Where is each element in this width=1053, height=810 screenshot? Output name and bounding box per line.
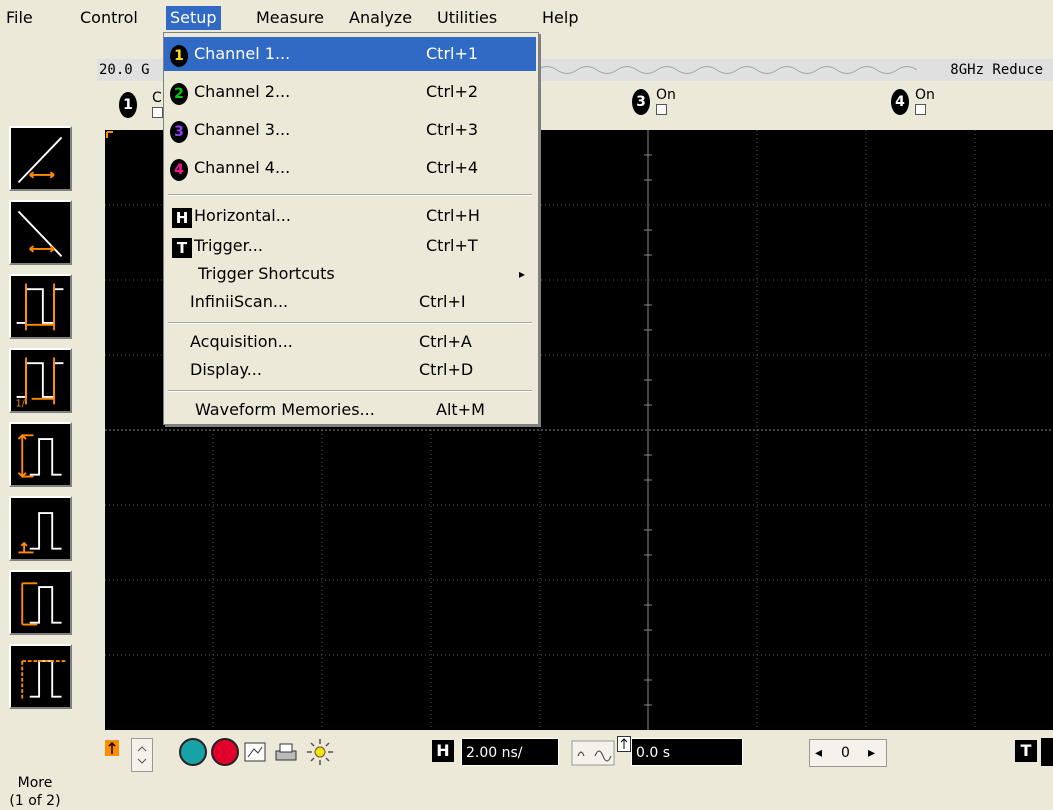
more-button[interactable]: More (1 of 2) (0, 774, 70, 810)
menu-item-channel-3[interactable]: 3 Channel 3... Ctrl+3 (164, 113, 536, 147)
trigger-level-marker (106, 131, 113, 138)
menu-measure[interactable]: Measure (252, 5, 328, 31)
channel-3-icon: 3 (170, 121, 188, 143)
channel-4-toggle[interactable]: On (915, 88, 935, 115)
fall-time-icon (17, 210, 63, 258)
channel-1-icon[interactable]: 1 (119, 92, 137, 118)
menu-item-label: Horizontal... (194, 206, 291, 225)
menu-bar: File Control Setup Measure Analyze Utili… (0, 0, 1053, 34)
position-right-arrow-icon[interactable]: ▸ (868, 740, 875, 766)
more-page-label: (1 of 2) (9, 793, 61, 809)
vpp-icon (17, 433, 62, 478)
position-stepper[interactable]: ◂ 0 ▸ (809, 739, 887, 767)
channel-4-icon: 4 (170, 159, 188, 181)
horizontal-icon[interactable]: H (432, 740, 454, 762)
single-acquisition-icon[interactable] (243, 739, 269, 765)
horizontal-icon: H (172, 208, 192, 228)
menu-utilities[interactable]: Utilities (433, 5, 501, 31)
trigger-arrow-icon (617, 736, 631, 752)
menu-item-shortcut: Alt+M (436, 400, 485, 419)
menu-control[interactable]: Control (76, 5, 142, 31)
menu-item-shortcut: Ctrl+1 (426, 44, 479, 63)
menu-item-infiniiscan[interactable]: InfiniiScan... Ctrl+I (164, 285, 536, 319)
coupling-toggle-icon[interactable] (571, 740, 615, 766)
trigger-icon[interactable]: T (1015, 740, 1037, 762)
print-icon[interactable] (273, 739, 299, 765)
menu-separator (168, 322, 532, 324)
timebase-field[interactable]: 2.00 ns/ (461, 738, 559, 766)
pulse-width-button[interactable] (9, 422, 72, 487)
position-left-arrow-icon[interactable]: ◂ (815, 740, 822, 766)
trigger-readout-clip (1041, 738, 1053, 766)
menu-item-shortcut: Ctrl+D (419, 360, 474, 379)
fall-time-button[interactable] (9, 200, 72, 265)
channel-2-icon: 2 (170, 83, 188, 105)
frequency-button[interactable]: 1/ (9, 348, 72, 413)
bandwidth-readout: 8GHz Reduce (950, 62, 1043, 78)
setup-menu: 1 Channel 1... Ctrl+1 2 Channel 2... Ctr… (163, 32, 539, 425)
menu-item-label: Channel 4... (194, 158, 291, 177)
menu-item-label: Channel 2... (194, 82, 291, 101)
vtop-icon (21, 660, 66, 699)
menu-item-shortcut: Ctrl+4 (426, 158, 479, 177)
channel-1-icon: 1 (170, 45, 188, 67)
menu-item-shortcut: Ctrl+3 (426, 120, 479, 139)
menu-item-label: Channel 1... (194, 44, 291, 63)
menu-file[interactable]: File (2, 5, 37, 31)
channel-3-toggle[interactable]: On (656, 88, 676, 115)
bottom-control-bar: H 2.00 ns/ 0.0 s ◂ 0 ▸ T (97, 730, 1053, 784)
menu-item-channel-2[interactable]: 2 Channel 2... Ctrl+2 (164, 75, 536, 109)
svg-text:1/: 1/ (16, 398, 26, 409)
channel-3-icon[interactable]: 3 (632, 89, 650, 115)
scroll-stepper[interactable] (131, 738, 153, 772)
menu-item-shortcut: Ctrl+I (419, 292, 466, 311)
vmin-icon (18, 512, 62, 554)
menu-setup[interactable]: Setup (166, 6, 221, 30)
menu-item-channel-4[interactable]: 4 Channel 4... Ctrl+4 (164, 151, 536, 185)
position-value: 0 (841, 745, 850, 761)
stop-button[interactable] (211, 738, 239, 766)
trigger-icon: T (172, 238, 192, 258)
menu-item-label: InfiniiScan... (190, 292, 289, 311)
period-button[interactable] (9, 274, 72, 339)
vmin-button[interactable] (9, 496, 72, 561)
delay-field[interactable]: 0.0 s (631, 738, 743, 766)
channel-1-toggle[interactable]: C (152, 91, 163, 118)
more-label: More (17, 775, 53, 791)
menu-item-label: Display... (190, 360, 262, 379)
menu-analyze[interactable]: Analyze (345, 5, 416, 31)
menu-item-shortcut: Ctrl+2 (426, 82, 479, 101)
menu-item-channel-1[interactable]: 1 Channel 1... Ctrl+1 (164, 37, 536, 71)
menu-item-label: Waveform Memories... (195, 400, 375, 419)
menu-separator (168, 390, 532, 392)
frequency-icon: 1/ (16, 357, 64, 409)
trigger-marker-icon (105, 740, 119, 756)
menu-item-horizontal[interactable]: H Horizontal... Ctrl+H (164, 199, 536, 233)
rise-time-button[interactable] (9, 126, 72, 191)
vtop-button[interactable] (9, 644, 72, 709)
menu-help[interactable]: Help (538, 5, 582, 31)
vamplitude-icon (21, 582, 62, 626)
menu-item-label: Channel 3... (194, 120, 291, 139)
sample-rate-readout: 20.0 G (99, 62, 150, 78)
menu-separator (168, 194, 532, 196)
vamp-button[interactable] (9, 570, 72, 635)
brightness-icon[interactable] (305, 737, 335, 767)
channel-4-icon[interactable]: 4 (891, 89, 909, 115)
rise-time-icon (17, 136, 63, 184)
menu-item-display[interactable]: Display... Ctrl+D (164, 353, 536, 387)
menu-item-shortcut: Ctrl+H (426, 206, 480, 225)
period-icon (16, 283, 64, 331)
menu-item-waveform-memories[interactable]: Waveform Memories... Alt+M (164, 393, 536, 427)
waveform-preview-icon (537, 66, 917, 74)
run-button[interactable] (179, 738, 207, 766)
measurement-toolbar: 1/ More (1 of 2) (0, 34, 97, 809)
